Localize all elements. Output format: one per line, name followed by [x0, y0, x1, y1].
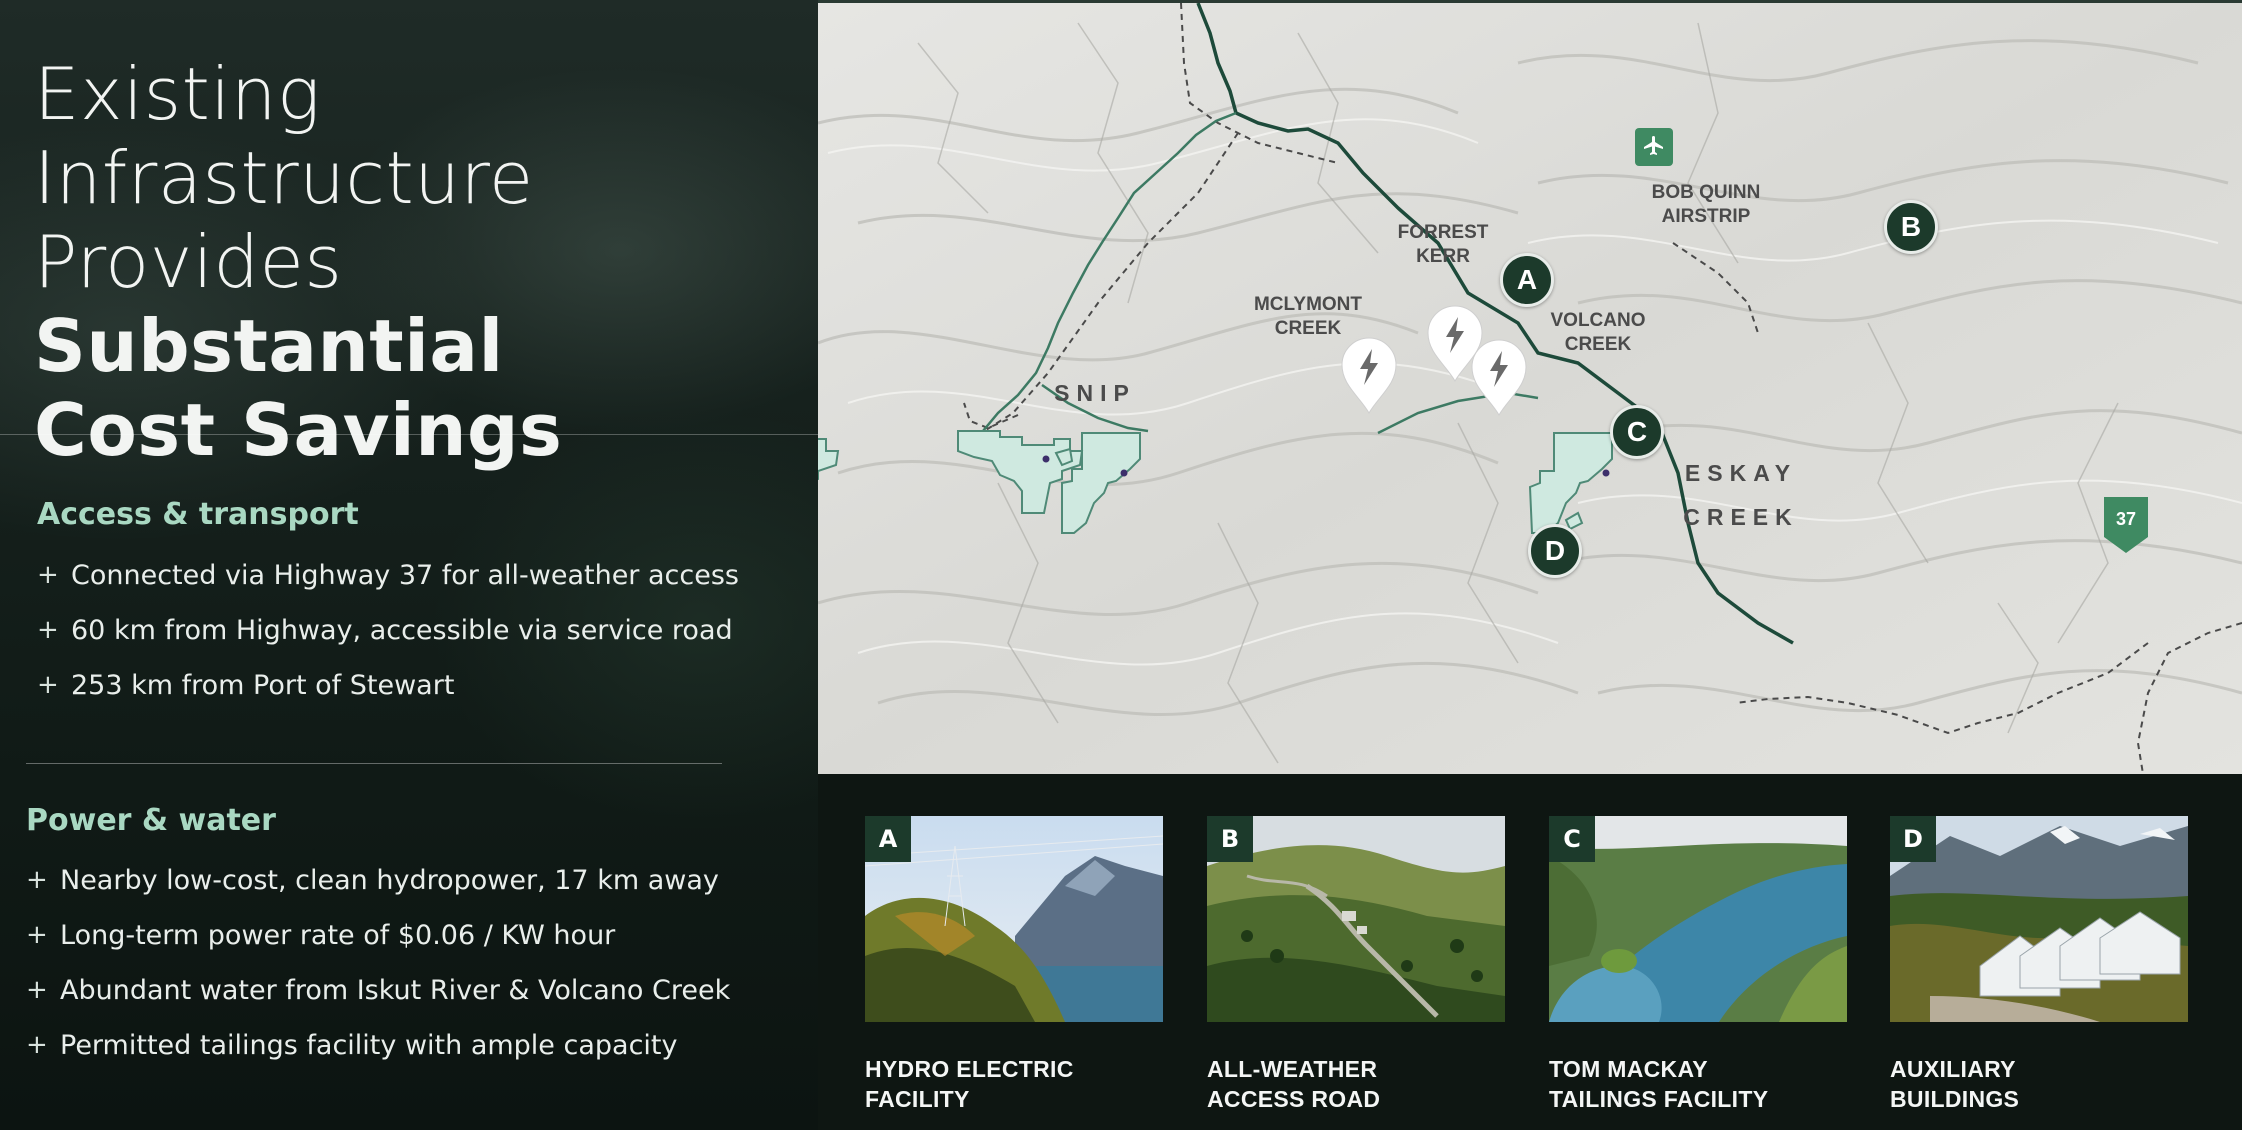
plus-icon: + — [37, 560, 59, 590]
plus-icon: + — [37, 615, 59, 645]
card-hydro[interactable]: A HYDRO ELECTRIC FACILITY — [865, 816, 1163, 1114]
plus-icon: + — [26, 920, 48, 950]
tailings-photo: C — [1549, 816, 1847, 1022]
terrain-map: FORREST KERR BOB QUINN AIRSTRIP MCLYMONT… — [818, 0, 2242, 774]
airport-icon — [1635, 128, 1673, 166]
label-snip: SNIP — [1054, 380, 1136, 406]
card-letter: C — [1549, 816, 1595, 862]
plus-icon: + — [37, 670, 59, 700]
power-item-text: Abundant water from Iskut River & Volcan… — [60, 975, 731, 1006]
card-caption: TOM MACKAY TAILINGS FACILITY — [1549, 1056, 1769, 1112]
left-panel: Existing Infrastructure Provides Substanti… — [0, 0, 818, 1130]
access-item-text: 60 km from Highway, accessible via servi… — [71, 615, 733, 646]
card-caption: AUXILIARY BUILDINGS — [1890, 1056, 2020, 1112]
highway-shield: 37 — [2104, 497, 2148, 553]
power-list: + Nearby low-cost, clean hydropower, 17 k… — [26, 853, 730, 1073]
label-volcano-creek: VOLCANO CREEK — [1550, 310, 1646, 355]
list-item: + Long-term power rate of $0.06 / KW hour — [26, 908, 730, 963]
card-letter: A — [865, 816, 911, 862]
bolt-icon — [1341, 337, 1397, 415]
bolt-icon — [1471, 339, 1527, 417]
buildings-photo: D — [1890, 816, 2188, 1022]
access-heading: Access & transport — [37, 497, 359, 532]
page-title: Existing Infrastructure Provides Substanti… — [34, 52, 804, 472]
card-road[interactable]: B ALL-WEATHER ACCESS ROAD — [1207, 816, 1505, 1114]
card-buildings[interactable]: D AUXILIARY BUILDINGS — [1890, 816, 2188, 1114]
list-item: +60 km from Highway, accessible via serv… — [37, 603, 739, 658]
access-item-text: Connected via Highway 37 for all-weather… — [71, 560, 739, 591]
marker-d[interactable]: D — [1528, 524, 1582, 578]
marker-c[interactable]: C — [1610, 405, 1664, 459]
title-line-2: Infrastructure — [34, 136, 534, 220]
marker-a[interactable]: A — [1500, 253, 1554, 307]
hydro-photo: A — [865, 816, 1163, 1022]
plus-icon: + — [26, 1030, 48, 1060]
list-item: + Abundant water from Iskut River & Volca… — [26, 963, 730, 1018]
card-letter: B — [1207, 816, 1253, 862]
claims-overlay — [957, 391, 1613, 534]
power-heading: Power & water — [26, 803, 276, 838]
plus-icon: + — [26, 975, 48, 1005]
title-line-3: Provides — [34, 220, 343, 304]
card-tailings[interactable]: C TOM MACKAY TAILINGS FACILITY — [1549, 816, 1847, 1114]
snip-claim-shape — [957, 430, 1084, 514]
title-line-3-bold: Substantial — [34, 304, 504, 388]
title-line-4: Cost Savings — [34, 388, 563, 472]
section-divider — [26, 763, 722, 764]
title-line-1: Existing — [34, 52, 321, 136]
highway-shield-text: 37 — [2116, 509, 2136, 529]
power-item-text: Nearby low-cost, clean hydropower, 17 km… — [60, 865, 719, 896]
card-caption: ALL-WEATHER ACCESS ROAD — [1207, 1056, 1381, 1112]
facility-cards: A HYDRO ELECTRIC FACILITY B ALL-WEATHER … — [818, 774, 2242, 1130]
list-item: +253 km from Port of Stewart — [37, 658, 739, 713]
label-forrest-kerr: FORREST KERR — [1397, 222, 1489, 267]
card-letter: D — [1890, 816, 1936, 862]
list-item: + Permitted tailings facility with ample … — [26, 1018, 730, 1073]
access-list: + Connected via Highway 37 for all-weathe… — [37, 548, 739, 713]
label-eskay-creek: ESKAY CREEK — [1683, 460, 1799, 530]
label-mclymont-creek: MCLYMONT CREEK — [1253, 294, 1363, 339]
access-item-text: 253 km from Port of Stewart — [71, 670, 455, 701]
road-photo: B — [1207, 816, 1505, 1022]
title-divider — [0, 434, 818, 435]
power-item-text: Long-term power rate of $0.06 / KW hour — [60, 920, 616, 951]
power-item-text: Permitted tailings facility with ample c… — [60, 1030, 678, 1061]
plus-icon: + — [26, 865, 48, 895]
list-item: + Connected via Highway 37 for all-weathe… — [37, 548, 739, 603]
label-bob-quinn-airstrip: BOB QUINN AIRSTRIP — [1651, 182, 1761, 227]
marker-b[interactable]: B — [1884, 200, 1938, 254]
list-item: + Nearby low-cost, clean hydropower, 17 k… — [26, 853, 730, 908]
card-caption: HYDRO ELECTRIC FACILITY — [865, 1056, 1074, 1112]
